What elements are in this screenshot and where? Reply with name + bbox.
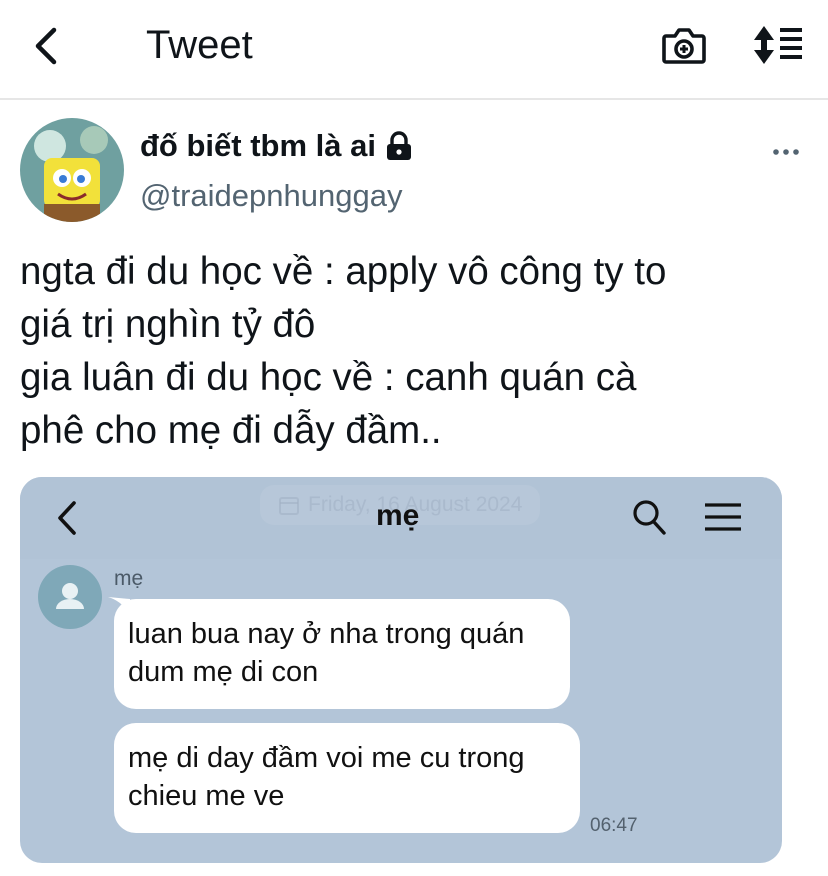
sort-button[interactable] [752,24,806,66]
back-button[interactable] [28,24,68,68]
tweet-line: ngta đi du học về : apply vô công ty to [20,250,667,293]
menu-icon [705,503,741,531]
chat-avatar [38,565,102,629]
tweet-line: giá trị nghìn tỷ đô [20,303,316,346]
camera-plus-icon [662,28,706,64]
avatar-image [20,118,124,222]
chat-back-icon [58,501,76,535]
more-button[interactable] [770,138,802,166]
person-icon [56,583,84,609]
tweet-line: phê cho mẹ đi dẫy đầm.. [20,409,442,452]
chevron-left-icon [35,27,57,65]
message-line: luan bua nay ở nha trong quán [128,618,525,650]
tweet-media-image[interactable]: Friday, 16 August 2024 mẹ mẹ luan bua na… [20,477,782,863]
chat-title: mẹ [376,499,420,532]
sender-name: mẹ [114,567,144,590]
message-line: dum mẹ di con [128,656,319,688]
user-handle[interactable]: @traidepnhunggay [140,178,402,214]
sort-lines-icon [754,26,802,64]
message-bubble: luan bua nay ở nha trong quán dum mẹ di … [114,599,570,709]
tweet-line: gia luân đi du học về : canh quán cà [20,356,637,399]
message-line: chieu me ve [128,780,285,812]
author-name-row: đố biết tbm là ai [140,124,414,168]
message-line: mẹ di day đầm voi me cu trong [128,742,525,774]
message-time: 06:47 [590,815,638,836]
message-bubble: mẹ di day đầm voi me cu trong chieu me v… [114,723,580,833]
avatar[interactable] [20,118,124,222]
calendar-icon [279,497,299,515]
chat-header: Friday, 16 August 2024 mẹ [20,477,782,559]
search-icon [633,500,666,535]
page-title: Tweet [146,23,253,67]
top-bar: Tweet [0,0,828,100]
lock-icon [386,131,411,160]
more-horizontal-icon [773,149,799,155]
display-name[interactable]: đố biết tbm là ai [140,128,376,164]
tweet-text: ngta đi du học về : apply vô công ty to … [20,245,828,457]
camera-button[interactable] [660,22,708,68]
